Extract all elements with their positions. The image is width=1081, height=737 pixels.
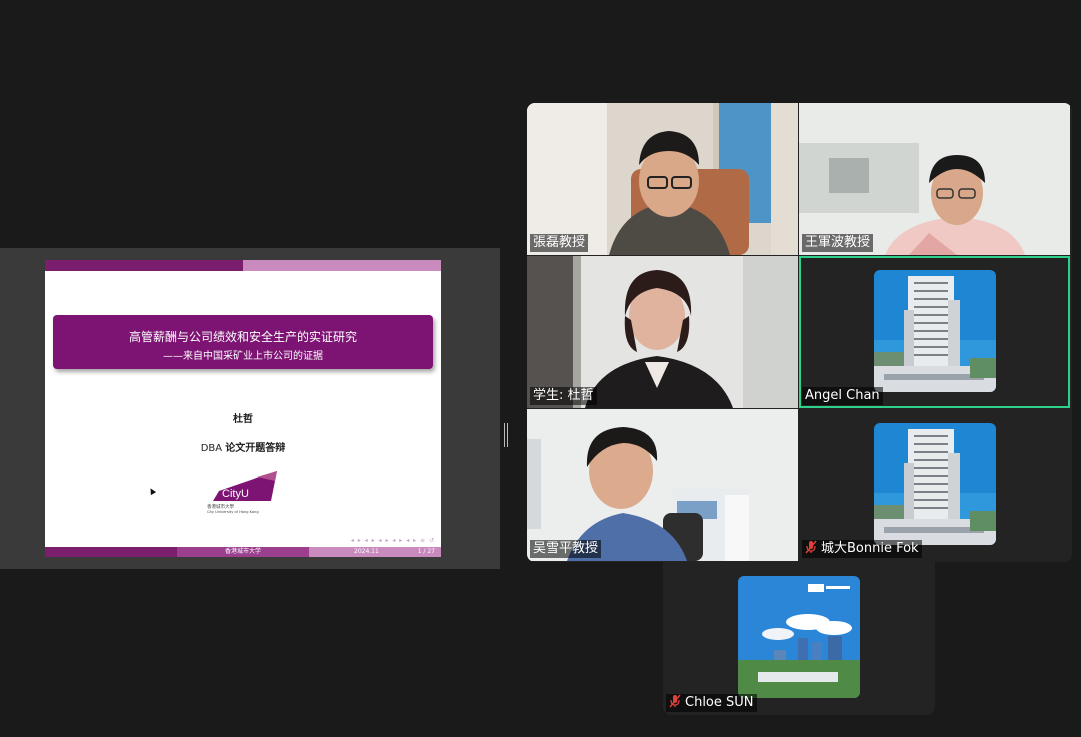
beamer-navigation-icons[interactable]: ◂ ▸ ◂ ▸ ◂ ▸ ◂ ▸ ◂ ▸ ≡ ↺ [351, 537, 435, 544]
participant-name-tag: 城大Bonnie Fok [802, 540, 922, 558]
participant-name: 吴雪平教授 [530, 540, 602, 558]
participant-avatar [738, 576, 860, 698]
slide-title-box: 高管薪酬与公司绩效和安全生产的实证研究 ——来自中国采矿业上市公司的证据 [53, 315, 433, 369]
participant-tile[interactable]: Angel Chan [799, 256, 1070, 408]
participant-video [799, 103, 1070, 255]
participant-tile[interactable]: 学生: 杜哲 [527, 256, 798, 408]
participant-tile[interactable]: Chloe SUN [663, 562, 935, 715]
defense-title: 论文开题答辩 [225, 443, 286, 454]
slide-header-bar-right [243, 260, 441, 271]
presentation-slide: 高管薪酬与公司绩效和安全生产的实证研究 ——来自中国采矿业上市公司的证据 杜哲 … [45, 260, 441, 557]
participant-name: 学生: 杜哲 [530, 387, 597, 405]
building-photo-icon [874, 423, 996, 545]
participant-name: 城大Bonnie Fok [821, 541, 919, 556]
campus-photo-icon [738, 576, 860, 698]
participant-name: Chloe SUN [685, 695, 754, 710]
slide-footer: 香港城市大学 2024.11 1 / 27 [45, 547, 441, 557]
cityu-logo: CityU 香港城市大學 City University of Hong Kon… [207, 471, 277, 514]
participant-avatar [874, 423, 996, 545]
participant-gallery: 張磊教授 王軍波教授 学生: 杜哲 Angel Chan 吴雪平教授 城大Bon… [527, 103, 1072, 562]
footer-right-block: 2024.11 1 / 27 [309, 547, 441, 557]
participant-tile[interactable]: 王軍波教授 [799, 103, 1070, 255]
participant-video [527, 256, 798, 408]
participant-tile[interactable]: 城大Bonnie Fok [799, 409, 1070, 561]
participant-tile[interactable]: 吴雪平教授 [527, 409, 798, 561]
footer-page-number: 1 / 27 [417, 548, 435, 555]
participant-name: 張磊教授 [530, 234, 589, 252]
slide-header-bar [45, 260, 243, 271]
participant-video [527, 409, 798, 561]
mouse-pointer-icon [147, 486, 157, 496]
participant-video [527, 103, 798, 255]
logo-wordmark: CityU [222, 488, 249, 500]
muted-mic-icon [669, 694, 681, 708]
logo-english-name: City University of Hong Kong [207, 510, 259, 514]
building-photo-icon [874, 270, 996, 392]
participant-tile[interactable]: 張磊教授 [527, 103, 798, 255]
participant-avatar [874, 270, 996, 392]
defense-prefix: DBA [200, 443, 223, 454]
slide-subtitle: ——来自中国采矿业上市公司的证据 [163, 351, 323, 362]
slide-title: 高管薪酬与公司绩效和安全生产的实证研究 [128, 330, 357, 344]
split-view-divider-handle[interactable] [504, 423, 508, 447]
footer-left-block [45, 547, 177, 557]
muted-mic-icon [805, 540, 817, 554]
participant-name: 王軍波教授 [802, 234, 874, 252]
logo-chinese-name: 香港城市大學 [207, 503, 234, 510]
footer-institution: 香港城市大学 [177, 547, 309, 557]
participant-name: Angel Chan [802, 387, 883, 405]
footer-date: 2024.11 [354, 548, 379, 555]
slide-author: 杜哲 [233, 414, 253, 425]
participant-name-tag: Chloe SUN [666, 694, 757, 712]
shared-screen[interactable]: 高管薪酬与公司绩效和安全生产的实证研究 ——来自中国采矿业上市公司的证据 杜哲 … [0, 248, 500, 569]
slide-defense-label: DBA 论文开题答辩 [45, 439, 441, 454]
